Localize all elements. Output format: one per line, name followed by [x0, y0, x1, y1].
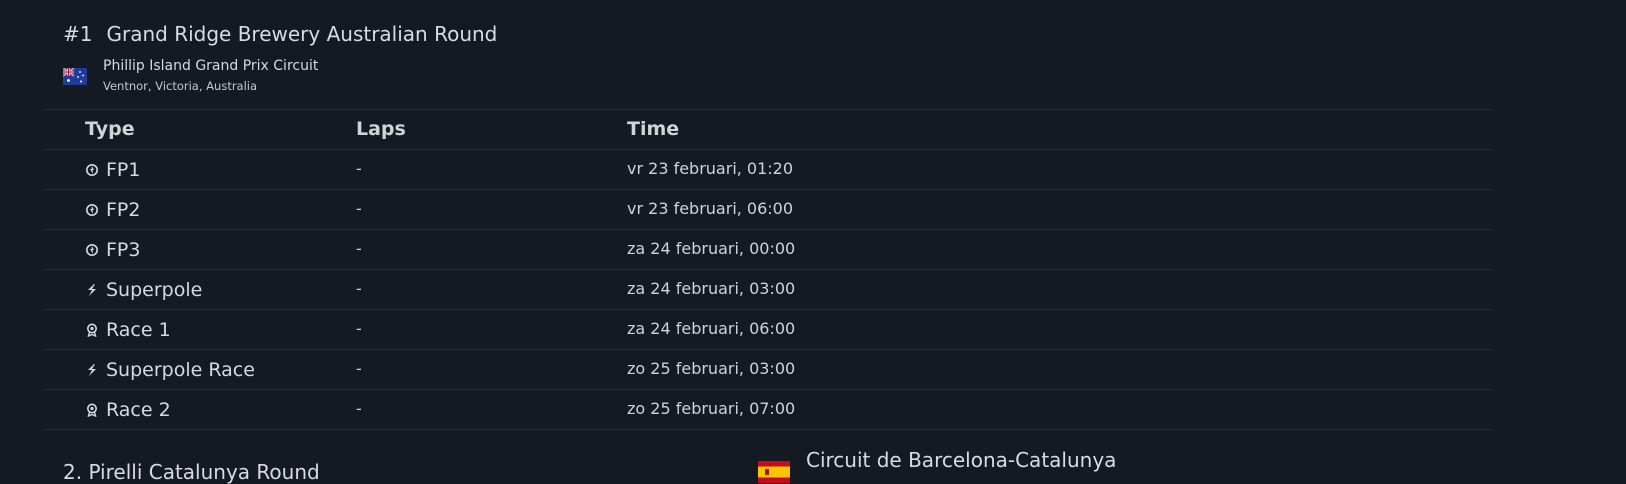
- round-number: #1: [63, 22, 93, 46]
- session-time: za 24 februari, 03:00: [627, 279, 796, 298]
- table-header-row: Type Laps Time: [43, 110, 1493, 150]
- table-row: FP2 - vr 23 februari, 06:00: [43, 190, 1493, 230]
- column-header-type: Type: [85, 118, 135, 140]
- table-row: FP1 - vr 23 februari, 01:20: [43, 150, 1493, 190]
- column-header-laps: Laps: [356, 118, 406, 140]
- session-laps: -: [356, 399, 362, 418]
- round-title: Grand Ridge Brewery Australian Round: [106, 22, 498, 46]
- next-circuit-name: Circuit de Barcelona-Catalunya: [806, 448, 1117, 472]
- superpole-icon: [88, 284, 96, 296]
- round-header: #1 Grand Ridge Brewery Australian Round: [63, 22, 497, 46]
- circuit-location: Ventnor, Victoria, Australia: [103, 79, 258, 93]
- session-type: FP3: [106, 239, 141, 261]
- race-icon: [87, 323, 97, 337]
- spain-flag-icon: [758, 461, 790, 483]
- race-icon: [87, 403, 97, 417]
- session-time: zo 25 februari, 03:00: [627, 359, 796, 378]
- session-laps: -: [356, 359, 362, 378]
- session-laps: -: [356, 319, 362, 338]
- table-row: Race 2 - zo 25 februari, 07:00: [43, 390, 1493, 430]
- practice-icon: [86, 204, 98, 216]
- session-laps: -: [356, 239, 362, 258]
- session-laps: -: [356, 159, 362, 178]
- next-round-title[interactable]: 2. Pirelli Catalunya Round: [63, 460, 320, 484]
- next-circuit-info: Circuit de Barcelona-Catalunya: [758, 448, 1116, 483]
- australia-flag-icon: [63, 68, 87, 85]
- practice-icon: [86, 164, 98, 176]
- circuit-info: Phillip Island Grand Prix Circuit Ventno…: [63, 58, 318, 93]
- session-type: Race 2: [106, 399, 171, 421]
- practice-icon: [86, 244, 98, 256]
- session-time: vr 23 februari, 06:00: [627, 199, 794, 218]
- superpole-icon: [88, 364, 96, 376]
- session-time: zo 25 februari, 07:00: [627, 399, 796, 418]
- table-row: FP3 - za 24 februari, 00:00: [43, 230, 1493, 270]
- session-table: Type Laps Time FP1 - vr 23 februari, 01:…: [43, 109, 1493, 430]
- circuit-name: Phillip Island Grand Prix Circuit: [103, 58, 319, 74]
- session-time: vr 23 februari, 01:20: [627, 159, 794, 178]
- column-header-time: Time: [627, 118, 680, 140]
- session-type: Superpole Race: [106, 359, 255, 381]
- session-laps: -: [356, 199, 362, 218]
- session-type: FP1: [106, 159, 141, 181]
- session-time: za 24 februari, 06:00: [627, 319, 796, 338]
- session-type: FP2: [106, 199, 141, 221]
- session-type: Superpole: [106, 279, 203, 301]
- table-row: Superpole Race - zo 25 februari, 03:00: [43, 350, 1493, 390]
- session-time: za 24 februari, 00:00: [627, 239, 796, 258]
- table-row: Race 1 - za 24 februari, 06:00: [43, 310, 1493, 350]
- session-laps: -: [356, 279, 362, 298]
- session-type: Race 1: [106, 319, 171, 341]
- table-row: Superpole - za 24 februari, 03:00: [43, 270, 1493, 310]
